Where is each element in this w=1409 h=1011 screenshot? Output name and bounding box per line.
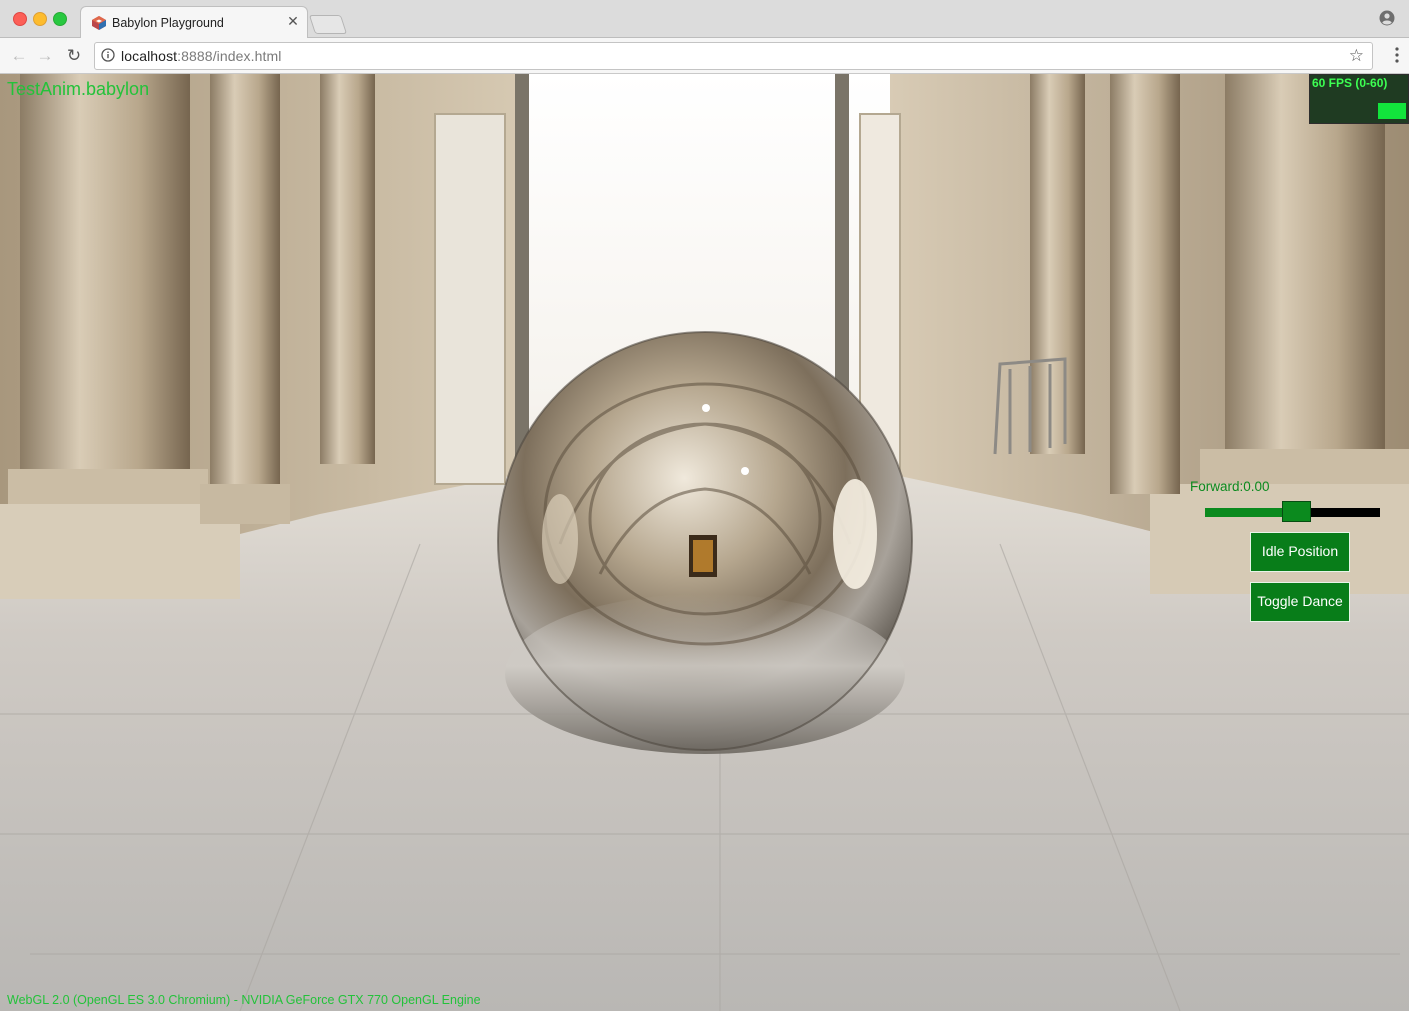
scene-filename-label: TestAnim.babylon: [7, 79, 150, 99]
close-window-button[interactable]: [13, 12, 27, 26]
idle-position-button[interactable]: Idle Position: [1250, 532, 1350, 572]
tab-title: Babylon Playground: [112, 16, 224, 30]
url-host: localhost: [121, 48, 178, 64]
new-tab-button[interactable]: [308, 15, 348, 34]
browser-titlebar: Babylon Playground ✕: [0, 0, 1409, 38]
forward-slider-thumb[interactable]: [1282, 501, 1311, 522]
forward-slider-fill: [1205, 508, 1282, 517]
browser-menu-icon[interactable]: [1395, 46, 1399, 64]
forward-arrow-icon[interactable]: →: [35, 46, 55, 66]
fps-panel: 60 FPS (0-60): [1309, 74, 1409, 124]
url-path: :8888/index.html: [177, 48, 282, 64]
profile-icon[interactable]: [1379, 10, 1395, 26]
address-bar[interactable]: localhost:8888/index.html ☆: [94, 42, 1373, 70]
back-arrow-icon[interactable]: ←: [9, 46, 29, 66]
toggle-dance-button[interactable]: Toggle Dance: [1250, 582, 1350, 622]
fps-bar: [1378, 103, 1406, 119]
babylon-canvas[interactable]: TestAnim.babylon 60 FPS (0-60) Forward:0…: [0, 74, 1409, 1011]
browser-tab[interactable]: Babylon Playground ✕: [80, 6, 308, 38]
forward-slider[interactable]: [1205, 501, 1380, 522]
reload-icon[interactable]: ↻: [64, 46, 84, 66]
info-icon[interactable]: [101, 48, 115, 62]
fps-text: 60 FPS (0-60): [1312, 76, 1388, 90]
bookmark-star-icon[interactable]: ☆: [1349, 46, 1364, 66]
tab-close-icon[interactable]: ✕: [285, 13, 301, 29]
scene-background: [0, 74, 1409, 1011]
babylon-favicon-icon: [92, 16, 106, 30]
engine-info-text: WebGL 2.0 (OpenGL ES 3.0 Chromium) - NVI…: [7, 993, 481, 1007]
forward-label: Forward:0.00: [1190, 479, 1270, 494]
maximize-window-button[interactable]: [53, 12, 67, 26]
browser-toolbar: ← → ↻ localhost:8888/index.html ☆: [0, 38, 1409, 74]
url-text: localhost:8888/index.html: [121, 48, 282, 64]
minimize-window-button[interactable]: [33, 12, 47, 26]
